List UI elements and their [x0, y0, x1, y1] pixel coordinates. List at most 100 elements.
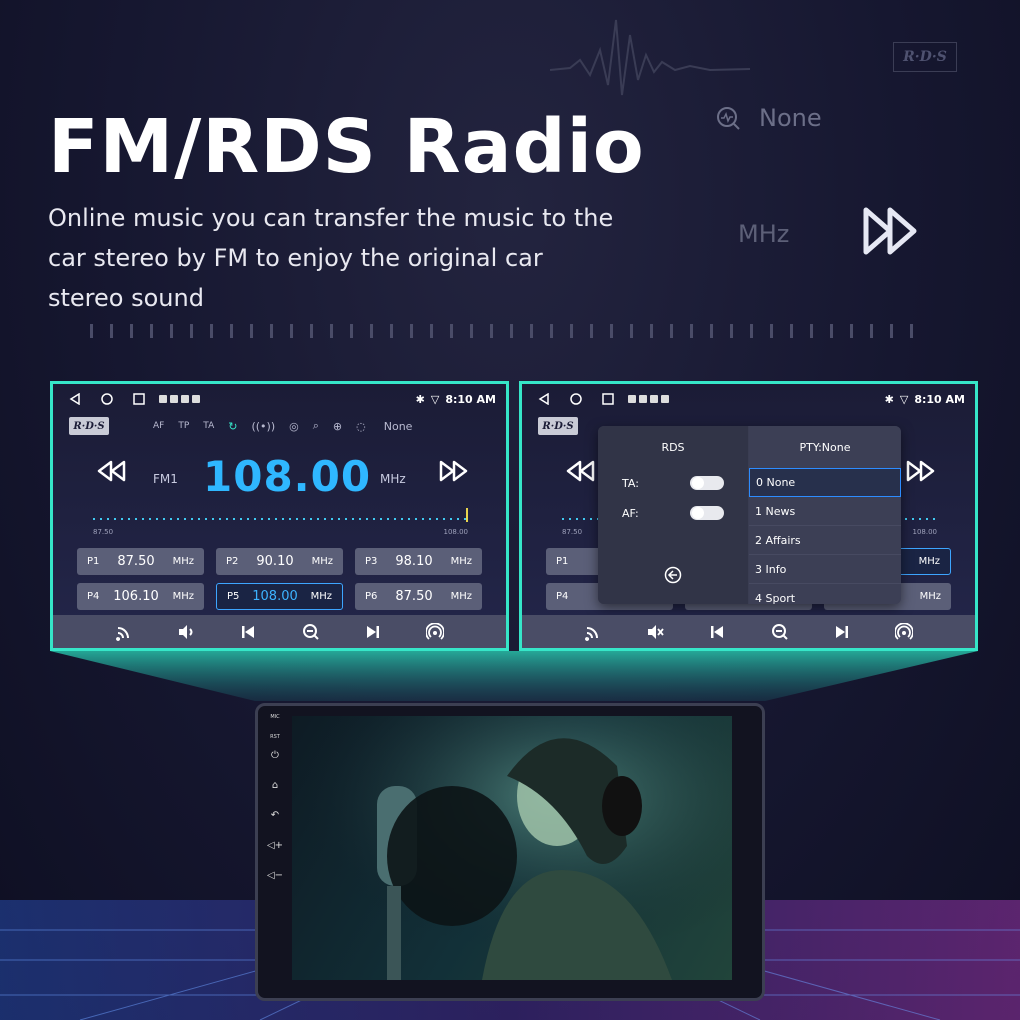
next-icon[interactable]	[364, 623, 382, 641]
bluetooth-icon: ✱	[415, 392, 425, 406]
back-icon[interactable]	[538, 393, 550, 405]
pty-header: PTY:None	[799, 440, 851, 454]
tuning-scale[interactable]: 87.50 108.00	[93, 508, 468, 536]
bluetooth-icon: ✱	[884, 392, 894, 406]
pty-option[interactable]: 4 Sport	[749, 584, 901, 605]
volume-down-icon[interactable]: ◁−	[264, 870, 286, 881]
af-toggle[interactable]	[690, 506, 724, 520]
mic-label: MIC	[270, 714, 280, 720]
home-icon[interactable]	[570, 393, 582, 405]
signal-icon[interactable]	[584, 623, 602, 641]
volume-up-icon[interactable]: ◁+	[264, 840, 286, 851]
power-icon[interactable]: ⏻	[264, 750, 286, 761]
pty-value: None	[383, 419, 413, 433]
pty-option[interactable]: 1 News	[749, 497, 901, 526]
broadcast-icon[interactable]: ((•))	[251, 420, 275, 433]
recent-apps-icon[interactable]	[133, 393, 145, 405]
pty-icon[interactable]: ◌	[356, 420, 366, 433]
signal-icon[interactable]	[115, 623, 133, 641]
rewind-icon[interactable]	[566, 460, 596, 482]
search-radio-icon	[717, 107, 740, 130]
frequency-display: 108.00	[203, 452, 372, 501]
home-icon[interactable]	[101, 393, 113, 405]
broadcast-icon[interactable]	[894, 622, 913, 641]
af-label[interactable]: AF	[153, 421, 164, 431]
ta-toggle-label: TA:	[622, 476, 639, 490]
recent-apps-icon[interactable]	[602, 393, 614, 405]
preset-button-p3[interactable]: P3 98.10 MHz	[355, 548, 482, 575]
pty-option[interactable]: 0 None	[749, 468, 901, 497]
radio-screen-left: ✱ ▽ 8:10 AM R·D·S AF TP TA ↻ ((•)) ◎ ⌕ ⊕…	[50, 381, 509, 651]
af-row: AF:	[598, 498, 748, 528]
home-icon[interactable]: ⌂	[264, 780, 286, 791]
previous-icon[interactable]	[708, 623, 726, 641]
broadcast-icon[interactable]	[425, 622, 444, 641]
zoom-out-icon[interactable]	[302, 623, 320, 641]
preset-button-p5[interactable]: P5 108.00 MHz	[216, 583, 343, 610]
rst-label: RST	[270, 734, 280, 740]
control-bar	[53, 615, 506, 648]
frequency-row: FM1 108.00 MHz	[53, 450, 506, 510]
next-icon[interactable]	[833, 623, 851, 641]
status-bar: ✱ ▽ 8:10 AM	[522, 384, 975, 414]
af-toggle-label: AF:	[622, 506, 639, 520]
ta-label[interactable]: TA	[203, 421, 214, 431]
ta-row: TA:	[598, 468, 748, 498]
refresh-icon[interactable]: ↻	[228, 420, 237, 433]
rds-toolbar: AF TP TA ↻ ((•)) ◎ ⌕ ⊕ ◌ None	[153, 419, 412, 433]
status-bar: ✱ ▽ 8:10 AM	[53, 384, 506, 414]
background-tuning-scale	[90, 324, 930, 338]
previous-icon[interactable]	[239, 623, 257, 641]
fast-forward-icon[interactable]	[905, 460, 935, 482]
status-time: 8:10 AM	[445, 392, 496, 406]
search-icon[interactable]: ⌕	[313, 419, 319, 433]
preset-button-p2[interactable]: P2 90.10 MHz	[216, 548, 343, 575]
notification-icons	[628, 395, 669, 403]
ta-toggle[interactable]	[690, 476, 724, 490]
fast-forward-icon[interactable]	[438, 460, 468, 482]
subtitle-line: Online music you can transfer the music …	[48, 204, 614, 232]
back-icon[interactable]	[69, 393, 81, 405]
mute-icon[interactable]	[646, 623, 664, 641]
subtitle-line: stereo sound	[48, 284, 204, 312]
fast-forward-icon	[863, 207, 917, 255]
scale-min-label: 87.50	[562, 528, 583, 536]
background-rds-badge: R·D·S	[893, 42, 957, 72]
head-unit-device: MIC RST ⏻ ⌂ ↶ ◁+ ◁−	[255, 703, 765, 1001]
scale-min-label: 87.50	[93, 528, 114, 536]
status-time: 8:10 AM	[914, 392, 965, 406]
singer-photo	[292, 716, 732, 980]
background-none-text: None	[759, 104, 822, 132]
rds-header: RDS	[661, 440, 685, 454]
rds-settings-popup: RDS TA: AF: PTY:None 0 None 1 News 2 Aff…	[598, 426, 901, 604]
tuning-marker[interactable]	[466, 508, 468, 522]
pty-option[interactable]: 3 Info	[749, 555, 901, 584]
unit-label: MHz	[380, 472, 406, 486]
rewind-icon[interactable]	[97, 460, 127, 482]
preset-button-p1[interactable]: P1 87.50 MHz	[77, 548, 204, 575]
wifi-icon: ▽	[430, 392, 440, 406]
scale-max-label: 108.00	[443, 528, 469, 536]
preset-button-p6[interactable]: P6 87.50 MHz	[355, 583, 482, 610]
rds-badge[interactable]: R·D·S	[538, 417, 578, 435]
volume-icon[interactable]	[177, 623, 195, 641]
preset-grid: P1 87.50 MHz P2 90.10 MHz P3 98.10 MHz P4 106.1…	[77, 548, 487, 610]
rds-badge[interactable]: R·D·S	[69, 417, 109, 435]
control-bar	[522, 615, 975, 648]
stereo-icon[interactable]: ◎	[289, 420, 299, 433]
background-mhz-text: MHz	[738, 220, 790, 248]
back-icon[interactable]: ↶	[264, 810, 286, 821]
background-pty-indicator: None	[715, 104, 822, 132]
scale-max-label: 108.00	[912, 528, 938, 536]
tp-label[interactable]: TP	[178, 421, 189, 431]
zoom-out-icon[interactable]	[771, 623, 789, 641]
rds-column: RDS TA: AF:	[598, 426, 748, 604]
band-label[interactable]: FM1	[153, 472, 178, 486]
back-arrow-icon[interactable]	[664, 566, 682, 584]
pty-option[interactable]: 2 Affairs	[749, 526, 901, 555]
distance-icon[interactable]: ⊕	[333, 420, 342, 433]
notification-icons	[159, 395, 200, 403]
preset-button-p4[interactable]: P4 106.10 MHz	[77, 583, 204, 610]
pty-column: PTY:None 0 None 1 News 2 Affairs 3 Info …	[749, 426, 901, 604]
page-title: FM/RDS Radio	[48, 104, 645, 190]
